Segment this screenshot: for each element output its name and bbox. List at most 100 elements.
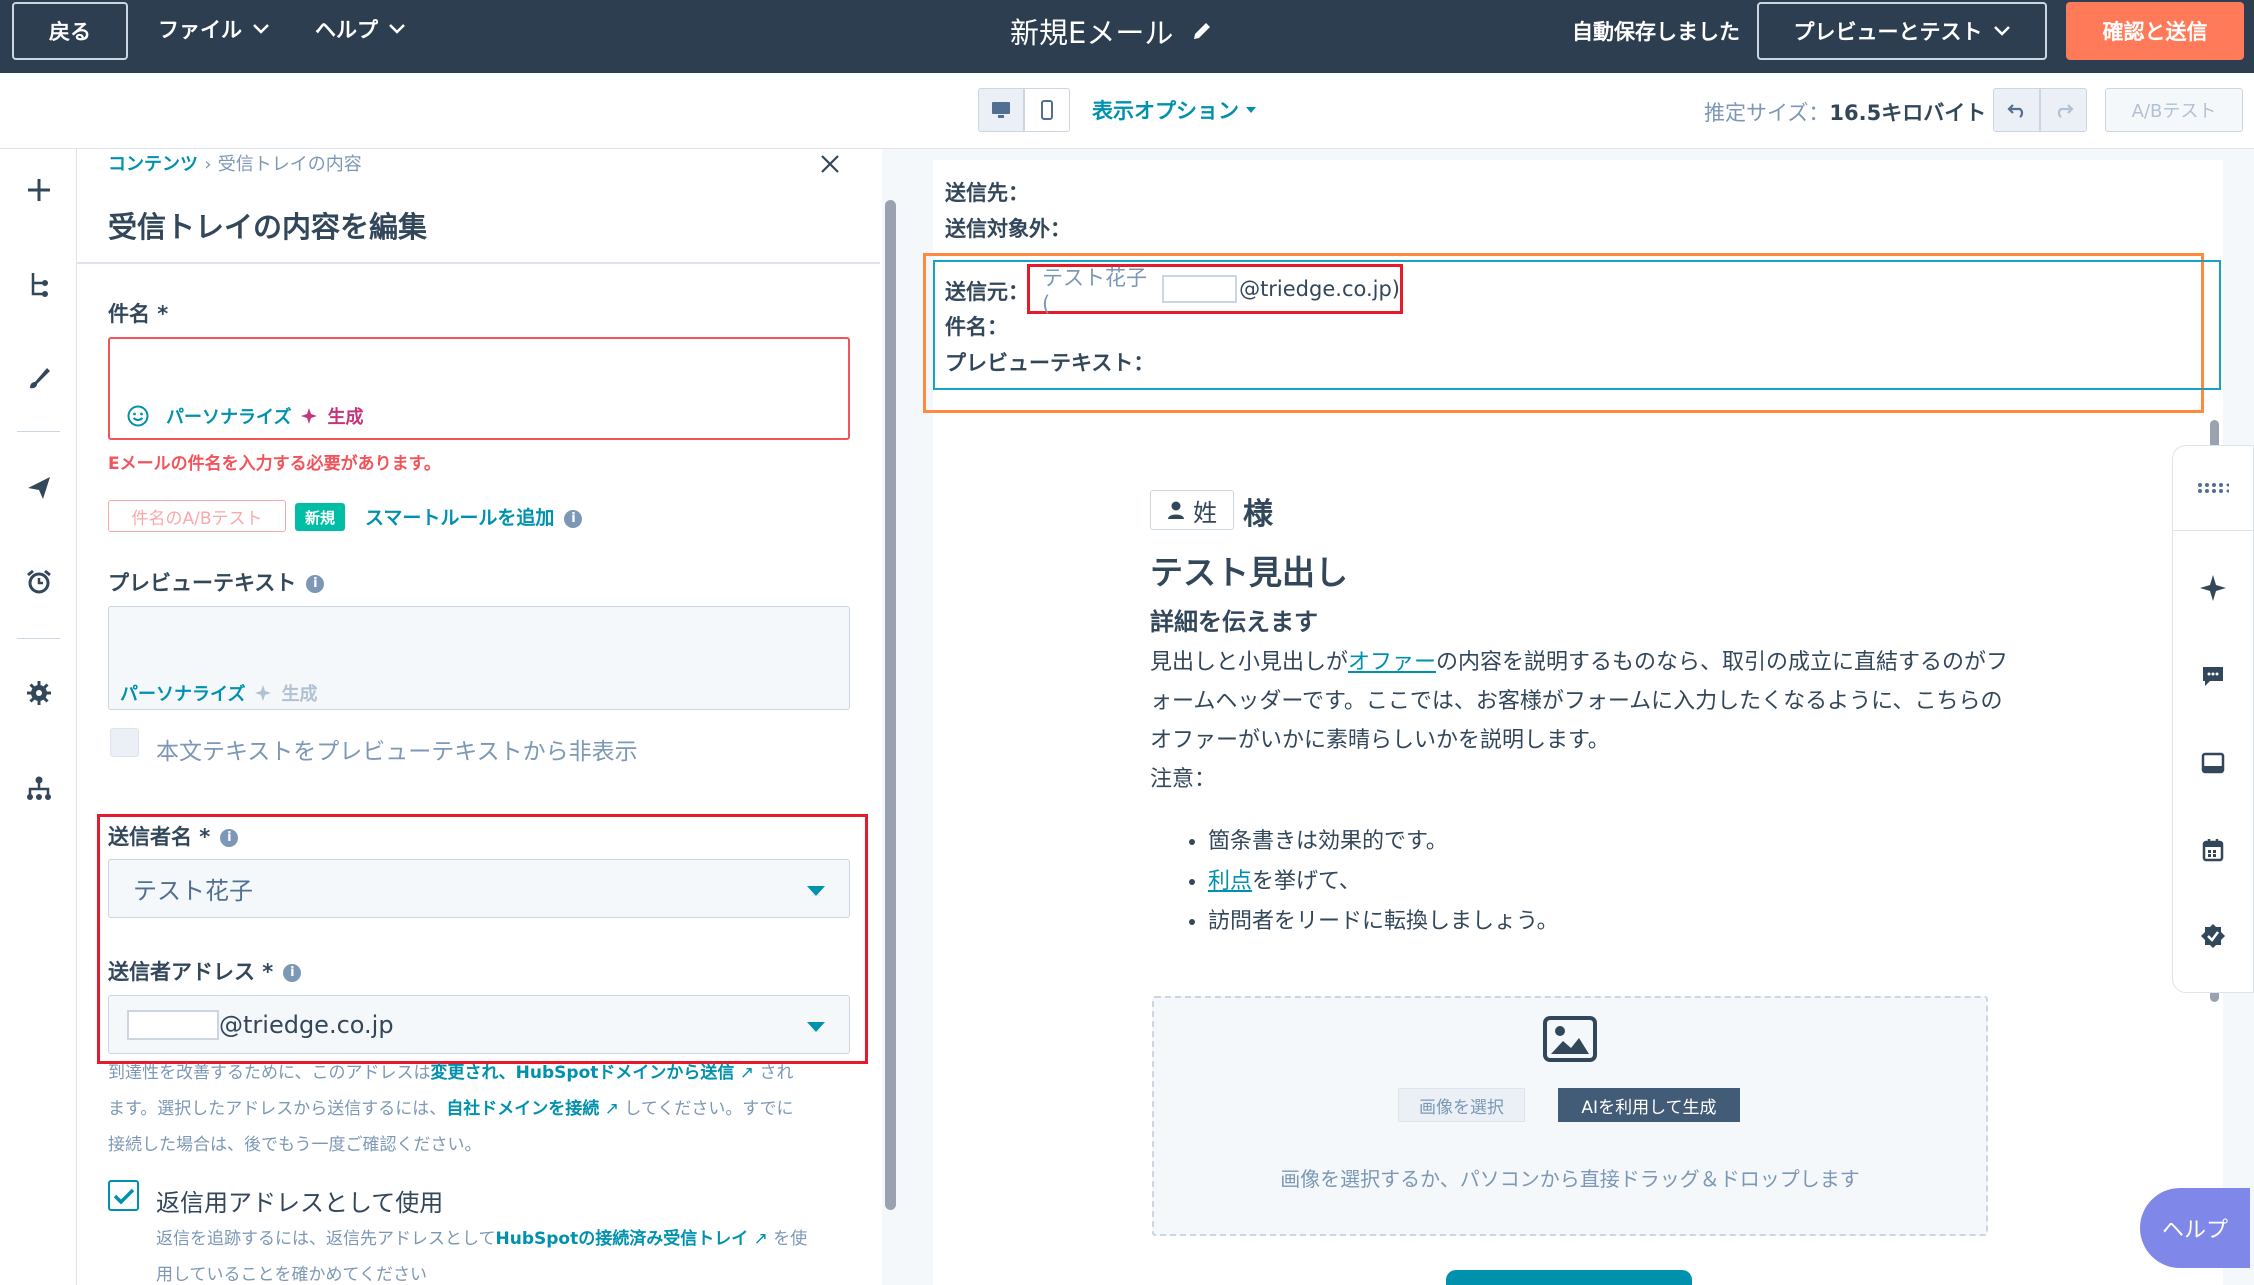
- hide-body-text-checkbox[interactable]: [110, 728, 139, 757]
- undo-icon: [2006, 104, 2023, 118]
- email-bullet-list[interactable]: 箇条書きは効果的です。 利点を挙げて、 訪問者をリードに転換しましょう。: [1208, 822, 1559, 942]
- grid-dots-icon[interactable]: [2195, 470, 2231, 506]
- benefits-link[interactable]: 利点: [1208, 869, 1252, 894]
- breadcrumb-root[interactable]: コンテンツ: [108, 154, 198, 175]
- preview-text-label-text: プレビューテキスト: [108, 571, 297, 595]
- sparkle-icon: [255, 685, 272, 701]
- review-send-button[interactable]: 確認と送信: [2066, 2, 2244, 60]
- email-paragraph[interactable]: 見出しと小見出しがオファーの内容を説明するものなら、取引の成立に直結するのがフォ…: [1150, 643, 2010, 799]
- use-as-reply-checkbox[interactable]: [108, 1180, 139, 1211]
- email-title[interactable]: 新規Eメール: [1010, 10, 1213, 52]
- paintbrush-icon[interactable]: [22, 361, 56, 395]
- help-button[interactable]: ヘルプ: [2140, 1188, 2250, 1268]
- pencil-icon[interactable]: [1191, 20, 1213, 42]
- connect-domain-link[interactable]: 自社ドメインを接続: [446, 1099, 599, 1119]
- chat-icon[interactable]: [2195, 658, 2231, 694]
- send-icon[interactable]: [22, 471, 56, 505]
- subject-ab-test-button[interactable]: 件名のA/Bテスト: [108, 500, 286, 532]
- personalization-token[interactable]: 姓: [1150, 490, 1234, 530]
- gear-icon[interactable]: [22, 676, 56, 710]
- sender-address-domain: @triedge.co.jp: [219, 1010, 394, 1039]
- view-options-label: 表示オプション: [1092, 99, 1239, 123]
- subject-label: 件名 *: [108, 302, 169, 326]
- token-label: 姓: [1193, 498, 1217, 527]
- browser-window-icon[interactable]: [2195, 745, 2231, 781]
- redo-button[interactable]: [2040, 88, 2087, 132]
- help-menu-label: ヘルプ: [315, 18, 378, 42]
- desktop-view-button[interactable]: [978, 88, 1024, 132]
- reply-help-c: を使: [767, 1229, 808, 1249]
- file-menu[interactable]: ファイル: [158, 14, 270, 44]
- help-menu[interactable]: ヘルプ: [315, 14, 406, 44]
- hubspot-domain-link[interactable]: 変更され、HubSpotドメインから送信: [431, 1063, 735, 1083]
- para-text-a: 見出しと小見出しが: [1150, 650, 1349, 675]
- preview-from-value: テスト花子 ( @triedge.co.jp): [1027, 264, 1403, 316]
- subject-personalize[interactable]: パーソナライズ 生成: [126, 403, 363, 429]
- preview-from-name: テスト花子 (: [1042, 266, 1147, 316]
- preview-from-label: 送信元：: [945, 280, 1029, 304]
- subject-generate-label[interactable]: 生成: [327, 403, 363, 429]
- honorific: 様: [1243, 497, 1273, 532]
- email-subheading[interactable]: 詳細を伝えます: [1150, 602, 1318, 637]
- panel-divider: [77, 262, 880, 264]
- tree-icon[interactable]: [22, 267, 56, 301]
- smart-rule-link[interactable]: スマートルールを追加 i: [365, 503, 583, 530]
- redo-icon: [2057, 104, 2074, 118]
- redacted-email-user: [1162, 275, 1238, 303]
- sender-name-label-text: 送信者名 *: [108, 825, 211, 849]
- close-panel-button[interactable]: [818, 152, 842, 176]
- chevron-down-icon: [253, 24, 269, 34]
- add-icon[interactable]: [22, 173, 56, 207]
- subject-personalize-label: パーソナライズ: [166, 407, 292, 428]
- breadcrumb: コンテンツ › 受信トレイの内容: [108, 150, 362, 176]
- list-item: 箇条書きは効果的です。: [1208, 822, 1559, 862]
- preview-exclude-label: 送信対象外：: [945, 217, 1071, 241]
- view-options-dropdown[interactable]: 表示オプション: [1092, 95, 1257, 125]
- smiley-icon: [127, 405, 149, 427]
- email-button-module[interactable]: [1446, 1270, 1692, 1285]
- list-item: 訪問者をリードに転換しましょう。: [1208, 902, 1559, 942]
- offer-link[interactable]: オファー: [1348, 650, 1436, 675]
- deliverability-help-line2: ます。選択したアドレスから送信するには、自社ドメインを接続 ↗ してください。す…: [108, 1091, 794, 1127]
- info-icon: i: [306, 575, 325, 593]
- preview-to-label: 送信先：: [945, 181, 1029, 205]
- info-icon: i: [283, 964, 302, 982]
- info-icon: i: [220, 829, 239, 847]
- est-size-label: 推定サイズ：: [1704, 101, 1830, 125]
- preview-test-button[interactable]: プレビューとテスト: [1757, 2, 2047, 60]
- preview-from-domain: @triedge.co.jp): [1239, 277, 1400, 301]
- hierarchy-icon[interactable]: [22, 771, 56, 805]
- sender-address-dropdown[interactable]: @triedge.co.jp: [108, 995, 850, 1054]
- info-icon: i: [564, 509, 583, 528]
- preview-generate-label[interactable]: 生成: [281, 680, 317, 706]
- nav-divider: [17, 638, 60, 639]
- breadcrumb-separator: ›: [204, 154, 212, 175]
- sender-name-label: 送信者名 * i: [108, 821, 239, 851]
- alarm-clock-icon[interactable]: [22, 565, 56, 599]
- connected-inbox-link[interactable]: HubSpotの接続済み受信トレイ: [496, 1229, 749, 1249]
- select-image-button[interactable]: 画像を選択: [1398, 1088, 1525, 1122]
- ab-test-button[interactable]: A/Bテスト: [2105, 88, 2243, 132]
- checkmark-icon: [113, 1188, 134, 1204]
- verified-badge-icon[interactable]: [2195, 918, 2231, 954]
- calendar-icon[interactable]: [2195, 832, 2231, 868]
- subject-error-message: Eメールの件名を入力する必要があります。: [108, 454, 441, 474]
- deliver-help-2a: ます。選択したアドレスから送信するには、: [108, 1099, 447, 1119]
- panel-scroll-thumb[interactable]: [885, 200, 896, 1210]
- preview-personalize[interactable]: パーソナライズ 生成: [120, 680, 317, 706]
- back-button[interactable]: 戻る: [12, 2, 128, 60]
- preview-text-preview-label: プレビューテキスト：: [945, 351, 1155, 375]
- image-drop-hint: 画像を選択するか、パソコンから直接ドラッグ＆ドロップします: [1280, 1167, 1860, 1191]
- redacted-email-user: [127, 1009, 219, 1040]
- email-heading[interactable]: テスト見出し: [1150, 546, 1348, 594]
- deliver-help-1a: 到達性を改善するために、このアドレスは: [108, 1063, 431, 1083]
- left-nav: [0, 149, 77, 1285]
- desktop-icon: [992, 102, 1010, 118]
- sparkle-icon[interactable]: [2195, 570, 2231, 606]
- sender-name-dropdown[interactable]: テスト花子: [108, 859, 850, 918]
- new-badge: 新規: [295, 503, 345, 531]
- ai-generate-image-button[interactable]: AIを利用して生成: [1558, 1088, 1740, 1122]
- file-menu-label: ファイル: [158, 18, 242, 42]
- mobile-view-button[interactable]: [1024, 88, 1070, 132]
- undo-button[interactable]: [1993, 88, 2040, 132]
